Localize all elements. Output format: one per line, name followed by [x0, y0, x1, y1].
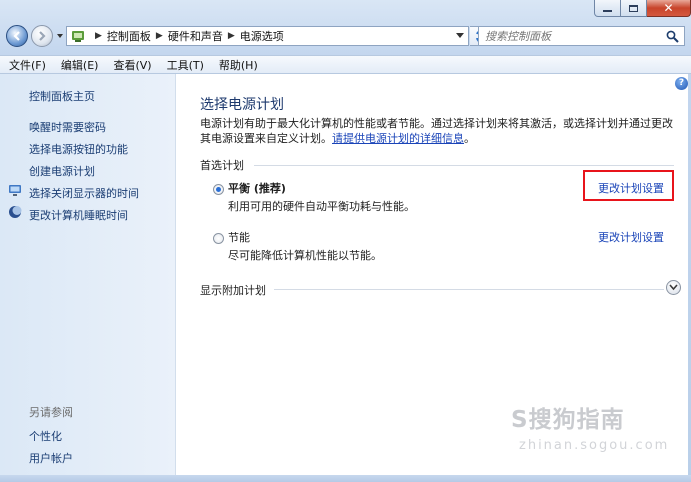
search-input[interactable]: [485, 29, 655, 43]
sogou-watermark-url: zhinan.sogou.com: [519, 438, 670, 453]
window-frame: ✕ ▶ 控制面板 ▶ 硬件和声音 ▶ 电源选项 搜索控制面板 文件(F) 编辑(…: [0, 0, 691, 482]
minimize-button[interactable]: [594, 0, 621, 17]
see-also-user-accounts-link[interactable]: 用户帐户: [29, 450, 73, 466]
menu-help[interactable]: 帮助(H): [210, 57, 264, 73]
page-title: 选择电源计划: [200, 97, 284, 113]
power-saver-change-plan-link[interactable]: 更改计划设置: [598, 229, 664, 245]
navigation-bar: ▶ 控制面板 ▶ 硬件和声音 ▶ 电源选项: [0, 22, 691, 52]
power-saver-plan-radio[interactable]: [213, 233, 224, 244]
maximize-icon: [629, 4, 638, 12]
menu-bar: 文件(F) 编辑(E) 查看(V) 工具(T) 帮助(H): [0, 55, 691, 74]
section-divider: [254, 165, 674, 166]
additional-plans-divider: [274, 289, 664, 290]
preferred-plans-heading: 首选计划: [200, 159, 244, 172]
breadcrumb-separator-icon: ▶: [155, 31, 163, 41]
menu-edit[interactable]: 编辑(E): [52, 57, 105, 73]
address-dropdown-icon[interactable]: [456, 33, 464, 39]
sidebar-item-sleep-time[interactable]: 更改计算机睡眠时间: [29, 207, 128, 223]
monitor-icon: [9, 185, 21, 196]
sidebar-home-link[interactable]: 控制面板主页: [29, 88, 95, 104]
menu-tools[interactable]: 工具(T): [158, 57, 210, 73]
search-icon[interactable]: [666, 30, 679, 43]
sidebar-item-create-plan[interactable]: 创建电源计划: [29, 163, 95, 179]
title-bar: ✕: [0, 0, 691, 22]
window-controls: ✕: [594, 0, 691, 18]
help-icon[interactable]: ?: [675, 77, 688, 90]
forward-arrow-icon: [39, 31, 46, 41]
page-description: 电源计划有助于最大化计算机的性能或者节能。通过选择计划来将其激活，或选择计划并通…: [200, 116, 678, 146]
maximize-button[interactable]: [621, 0, 647, 17]
main-content: ? 选择电源计划 电源计划有助于最大化计算机的性能或者节能。通过选择计划来将其激…: [176, 74, 688, 475]
address-bar[interactable]: ▶ 控制面板 ▶ 硬件和声音 ▶ 电源选项: [66, 26, 469, 46]
breadcrumb-separator-icon: ▶: [95, 31, 102, 41]
expand-additional-plans-button[interactable]: [666, 280, 681, 295]
sidebar-item-power-button[interactable]: 选择电源按钮的功能: [29, 141, 128, 157]
description-end: 。: [464, 132, 475, 145]
sidebar: 控制面板主页 唤醒时需要密码 选择电源按钮的功能 创建电源计划 选择关闭显示器的…: [0, 74, 176, 475]
moon-icon: [9, 206, 22, 218]
balanced-plan-description: 利用可用的硬件自动平衡功耗与性能。: [228, 200, 415, 213]
breadcrumb-separator-icon: ▶: [227, 31, 235, 41]
power-saver-plan-name[interactable]: 节能: [228, 229, 250, 245]
sogou-watermark-logo: S搜狗指南: [511, 407, 625, 433]
back-button[interactable]: [6, 25, 28, 47]
breadcrumb-control-panel[interactable]: 控制面板: [107, 28, 151, 44]
additional-plans-heading[interactable]: 显示附加计划: [200, 282, 266, 298]
menu-file[interactable]: 文件(F): [0, 57, 52, 73]
plan-details-link[interactable]: 请提供电源计划的详细信息: [332, 132, 464, 145]
chevron-down-icon: [669, 284, 678, 291]
close-button[interactable]: ✕: [647, 0, 691, 17]
search-box[interactable]: [478, 26, 685, 46]
breadcrumb-hardware-sound[interactable]: 硬件和声音: [168, 28, 223, 44]
see-also-heading: 另请参阅: [29, 406, 73, 419]
close-icon: ✕: [663, 1, 674, 15]
breadcrumb-power-options[interactable]: 电源选项: [240, 28, 284, 44]
power-saver-plan-description: 尽可能降低计算机性能以节能。: [228, 249, 382, 262]
minimize-icon: [603, 10, 612, 12]
forward-button[interactable]: [31, 25, 53, 47]
balanced-plan-radio[interactable]: [213, 184, 224, 195]
radio-selected-dot: [216, 187, 221, 192]
highlight-box: [583, 170, 674, 201]
balanced-plan-name[interactable]: 平衡 (推荐): [228, 180, 286, 196]
window-bottom-border: [0, 475, 691, 482]
recent-pages-dropdown-icon[interactable]: [56, 32, 64, 40]
back-arrow-icon: [13, 31, 20, 41]
control-panel-icon: [72, 31, 84, 42]
sidebar-item-display-timeout[interactable]: 选择关闭显示器的时间: [29, 185, 139, 201]
see-also-personalization-link[interactable]: 个性化: [29, 428, 62, 444]
menu-view[interactable]: 查看(V): [104, 57, 157, 73]
sidebar-item-wake-password[interactable]: 唤醒时需要密码: [29, 119, 106, 135]
